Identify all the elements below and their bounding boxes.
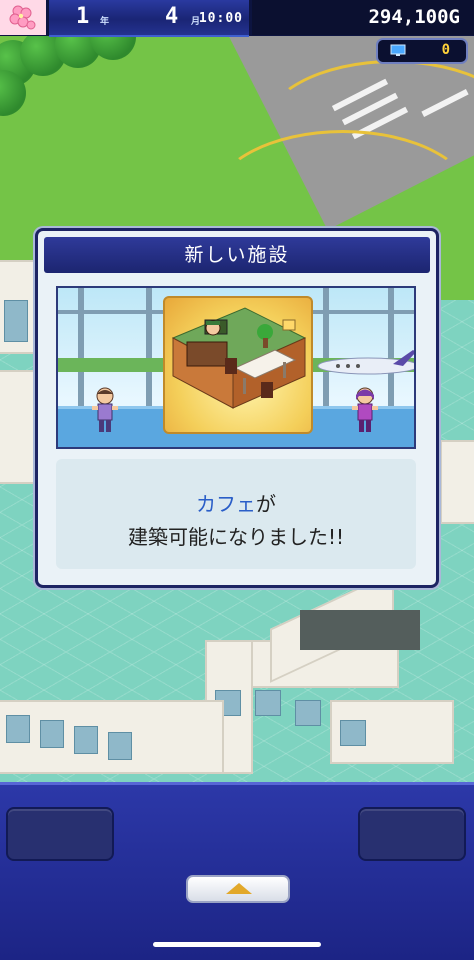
money-display: 294,100G [252, 0, 474, 35]
attendant-icon [352, 387, 378, 432]
right-menu-button[interactable] [358, 807, 466, 861]
passenger-icon [92, 387, 118, 432]
clock-time: 10:00 [198, 11, 243, 26]
message-line-1: カフェが [56, 488, 416, 517]
cherry-blossom-icon [9, 5, 36, 29]
airplane-icon [317, 350, 414, 375]
top-hud: 1 年 4 月 10:00 294,100G [0, 0, 474, 37]
expand-menu-button[interactable] [186, 875, 290, 903]
month-value: 1 [76, 4, 90, 29]
new-facility-dialog[interactable]: 新しい施設 カフェが 建築可能になりました!! [35, 228, 439, 588]
dialog-title: 新しい施設 [44, 237, 430, 273]
terminal-window [40, 720, 64, 748]
terminal-window [340, 720, 366, 746]
left-menu-button[interactable] [6, 807, 114, 861]
terminal-window [6, 715, 30, 743]
points-value: 0 [441, 42, 450, 58]
points-counter[interactable]: 0 [376, 38, 468, 64]
message-particle: が [256, 492, 276, 516]
home-indicator[interactable] [153, 942, 321, 947]
facility-scene [56, 286, 416, 449]
season-indicator[interactable] [0, 0, 48, 35]
day-value: 4 [165, 4, 179, 29]
date-display: 1 年 4 月 10:00 [49, 0, 249, 37]
monitor-icon [390, 44, 406, 56]
terminal-window [4, 300, 28, 342]
triangle-up-icon [226, 883, 252, 894]
facility-message: カフェが 建築可能になりました!! [56, 459, 416, 569]
bottom-menu-panel [0, 782, 474, 960]
facility-name: カフェ [196, 492, 256, 516]
terminal-wall [440, 440, 474, 524]
terminal-window [74, 726, 98, 754]
cafe-facility-image [163, 296, 313, 434]
terminal-window [295, 700, 321, 726]
terminal-window [108, 732, 132, 760]
month-unit: 年 [100, 17, 110, 27]
gate-building [300, 610, 420, 650]
cafe-icon [171, 307, 307, 409]
message-line-2: 建築可能になりました!! [127, 525, 345, 549]
terminal-window [255, 690, 281, 716]
